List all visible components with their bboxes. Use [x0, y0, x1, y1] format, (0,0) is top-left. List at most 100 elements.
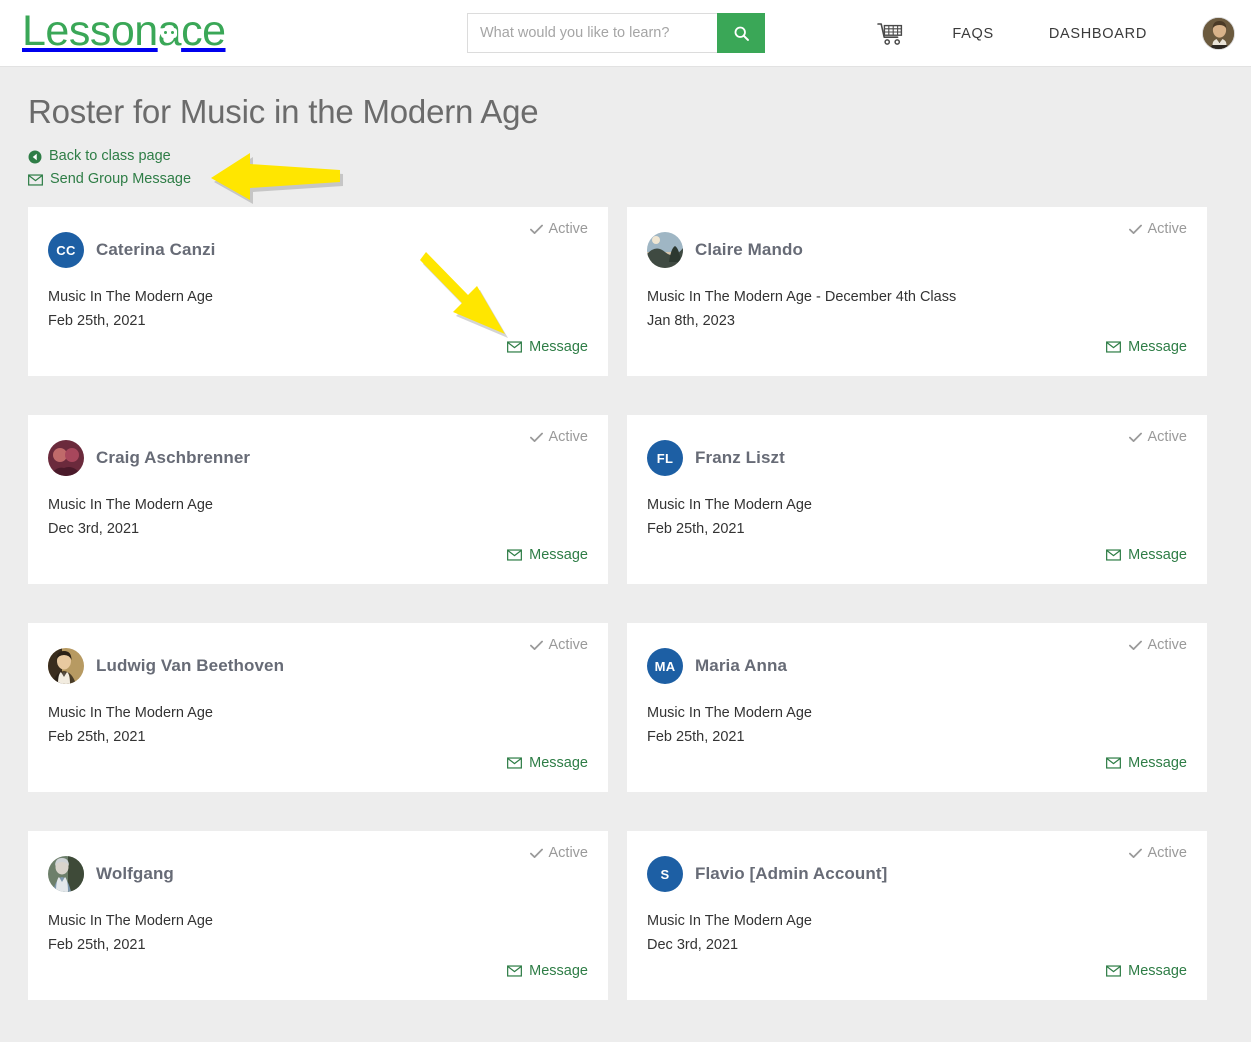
message-label: Message — [529, 339, 588, 355]
student-header: Claire Mando — [647, 232, 1187, 268]
envelope-icon — [507, 965, 523, 977]
logo-text: Lessonace — [22, 6, 226, 56]
status-badge: Active — [529, 221, 589, 237]
class-name: Music In The Modern Age — [647, 705, 812, 721]
avatar-photo — [48, 856, 84, 892]
message-label: Message — [1128, 339, 1187, 355]
student-header: Wolfgang — [48, 856, 588, 892]
message-link[interactable]: Message — [1106, 339, 1187, 355]
send-group-message-link[interactable]: Send Group Message — [28, 168, 191, 191]
send-group-message-label: Send Group Message — [50, 171, 192, 187]
envelope-icon — [1106, 757, 1122, 769]
class-name: Music In The Modern Age - December 4th C… — [647, 289, 957, 305]
message-link[interactable]: Message — [507, 339, 588, 355]
enrollment-date: Dec 3rd, 2021 — [647, 937, 739, 953]
student-name: Flavio [Admin Account] — [695, 864, 888, 883]
card-meta: Music In The Modern Age Dec 3rd, 2021 — [48, 493, 588, 541]
message-label: Message — [529, 547, 588, 563]
class-name: Music In The Modern Age — [48, 497, 213, 513]
card-meta: Music In The Modern Age Dec 3rd, 2021 — [647, 909, 1187, 957]
status-badge: Active — [1128, 221, 1188, 237]
class-name: Music In The Modern Age — [647, 913, 812, 929]
check-icon — [529, 640, 543, 650]
envelope-icon — [1106, 549, 1122, 561]
roster-card[interactable]: Active Claire Mando Music In The Modern … — [627, 207, 1207, 376]
roster-grid: Active CC Caterina Canzi Music In The Mo… — [0, 207, 1251, 1000]
envelope-icon — [1106, 341, 1122, 353]
check-icon — [1128, 640, 1142, 650]
class-name: Music In The Modern Age — [48, 913, 213, 929]
enrollment-date: Feb 25th, 2021 — [647, 521, 745, 537]
avatar-photo — [1203, 18, 1234, 49]
message-link[interactable]: Message — [1106, 963, 1187, 979]
message-label: Message — [529, 755, 588, 771]
search-icon — [734, 26, 749, 41]
nav-faqs[interactable]: FAQS — [952, 26, 993, 42]
user-avatar[interactable] — [1202, 17, 1235, 50]
avatar — [647, 232, 683, 268]
roster-card[interactable]: Active S Flavio [Admin Account] Music In… — [627, 831, 1207, 1000]
message-link[interactable]: Message — [1106, 755, 1187, 771]
message-link[interactable]: Message — [507, 755, 588, 771]
site-header: Lessonace FAQS DASHBOARD — [0, 0, 1251, 67]
message-label: Message — [529, 963, 588, 979]
student-name: Franz Liszt — [695, 448, 785, 467]
search-bar[interactable] — [467, 13, 765, 53]
status-badge: Active — [1128, 637, 1188, 653]
card-meta: Music In The Modern Age Feb 25th, 2021 — [647, 701, 1187, 749]
page-action-links: Back to class page Send Group Message — [28, 145, 1251, 191]
logo-face-icon: a — [158, 6, 182, 56]
header-nav: FAQS DASHBOARD — [877, 0, 1235, 67]
avatar — [48, 648, 84, 684]
avatar: S — [647, 856, 683, 892]
avatar — [48, 440, 84, 476]
check-icon — [1128, 848, 1142, 858]
class-name: Music In The Modern Age — [48, 705, 213, 721]
student-header: CC Caterina Canzi — [48, 232, 588, 268]
roster-card[interactable]: Active CC Caterina Canzi Music In The Mo… — [28, 207, 608, 376]
roster-card[interactable]: Active MA Maria Anna Music In The Modern… — [627, 623, 1207, 792]
message-link[interactable]: Message — [507, 963, 588, 979]
status-label: Active — [548, 845, 589, 861]
message-label: Message — [1128, 755, 1187, 771]
avatar-photo — [647, 232, 683, 268]
envelope-icon — [1106, 965, 1122, 977]
back-to-class-page-link[interactable]: Back to class page — [28, 145, 171, 168]
nav-dashboard[interactable]: DASHBOARD — [1049, 26, 1147, 42]
status-label: Active — [1147, 845, 1188, 861]
avatar-photo — [48, 440, 84, 476]
card-meta: Music In The Modern Age Feb 25th, 2021 — [647, 493, 1187, 541]
search-button[interactable] — [717, 13, 765, 53]
avatar-photo — [48, 648, 84, 684]
avatar — [48, 856, 84, 892]
student-header: FL Franz Liszt — [647, 440, 1187, 476]
roster-card[interactable]: Active Craig Aschbrenner Music In The Mo… — [28, 415, 608, 584]
enrollment-date: Feb 25th, 2021 — [48, 729, 146, 745]
avatar: MA — [647, 648, 683, 684]
student-header: Craig Aschbrenner — [48, 440, 588, 476]
shopping-cart-icon — [877, 22, 903, 45]
lessonface-logo[interactable]: Lessonace — [22, 6, 226, 56]
status-label: Active — [1147, 221, 1188, 237]
enrollment-date: Feb 25th, 2021 — [48, 313, 146, 329]
check-icon — [529, 432, 543, 442]
student-name: Maria Anna — [695, 656, 788, 675]
student-name: Claire Mando — [695, 240, 803, 259]
class-name: Music In The Modern Age — [647, 497, 812, 513]
message-link[interactable]: Message — [1106, 547, 1187, 563]
status-label: Active — [548, 221, 589, 237]
enrollment-date: Feb 25th, 2021 — [647, 729, 745, 745]
student-name: Craig Aschbrenner — [96, 448, 251, 467]
message-link[interactable]: Message — [507, 547, 588, 563]
check-icon — [1128, 224, 1142, 234]
roster-card[interactable]: Active Wolfgang Music In The Modern Age … — [28, 831, 608, 1000]
student-name: Wolfgang — [96, 864, 174, 883]
status-badge: Active — [529, 845, 589, 861]
roster-card[interactable]: Active Ludwig Van Beethoven Music In The… — [28, 623, 608, 792]
card-meta: Music In The Modern Age Feb 25th, 2021 — [48, 909, 588, 957]
status-label: Active — [1147, 637, 1188, 653]
cart-button[interactable] — [877, 22, 904, 46]
roster-card[interactable]: Active FL Franz Liszt Music In The Moder… — [627, 415, 1207, 584]
enrollment-date: Jan 8th, 2023 — [647, 313, 735, 329]
search-input[interactable] — [467, 13, 717, 53]
